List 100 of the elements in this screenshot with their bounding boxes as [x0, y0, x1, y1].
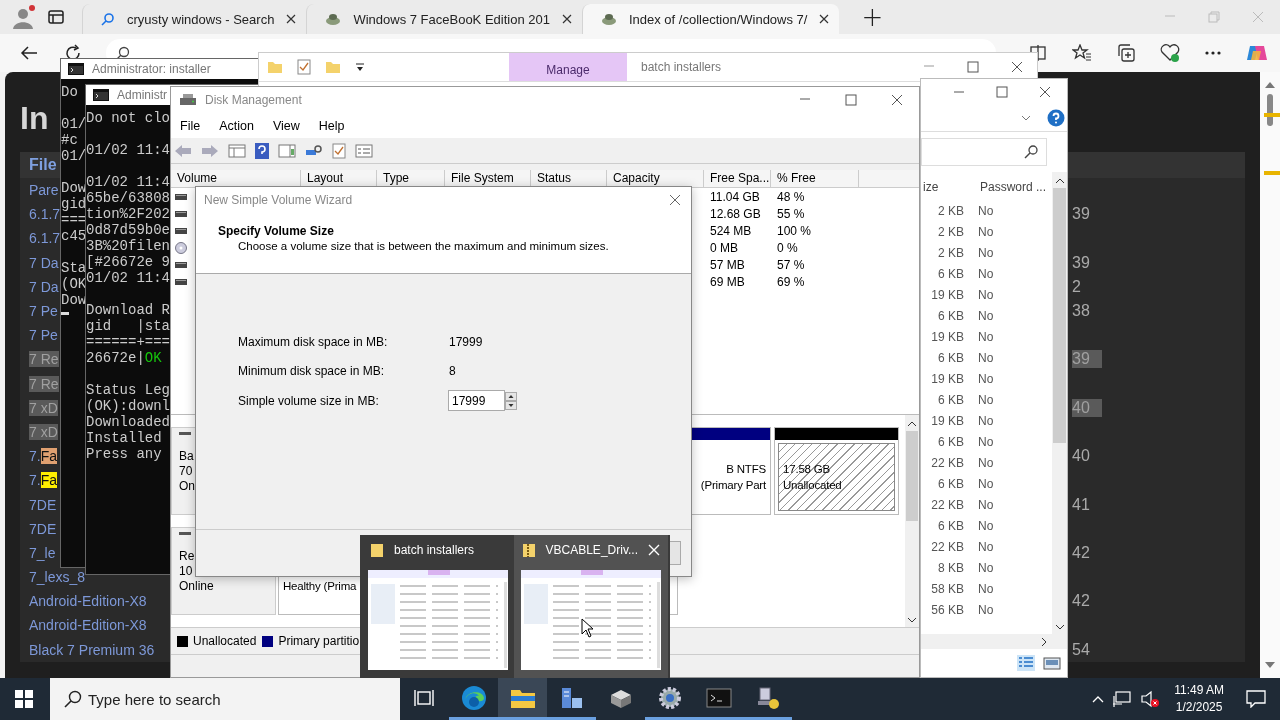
table-cell: No	[978, 518, 994, 533]
table-cell: No	[978, 287, 994, 302]
table-cell: No	[978, 560, 994, 575]
console-line: Downloaded	[86, 414, 170, 430]
console-line: Press any	[86, 446, 162, 462]
console-line: Installed	[86, 430, 162, 446]
console-line: tion%2F202	[86, 206, 170, 222]
status-text: OK	[144, 350, 162, 366]
table-cell-text: 11.04 GB	[709, 189, 761, 204]
legend-label: Primary partitio	[278, 634, 360, 648]
console-line: (OK	[61, 276, 87, 292]
partition-info: Unallocated	[783, 478, 843, 493]
table-cell: No	[978, 602, 994, 617]
partition-info: Healthy (Prima	[283, 579, 358, 594]
table-cell-text: 6 KB	[937, 266, 964, 281]
disk-info: On	[179, 479, 196, 494]
file-date: 39	[1072, 253, 1091, 272]
table-cell: No	[978, 203, 994, 218]
table-cell: No	[978, 266, 994, 281]
field-label: Maximum disk space in MB:	[238, 334, 389, 349]
table-cell: No	[978, 455, 994, 470]
table-cell-text: 48 %	[776, 189, 806, 204]
field-value: 8	[449, 364, 456, 379]
table-cell-text: 0 MB	[709, 240, 739, 255]
file-date: 41	[1072, 495, 1091, 514]
table-cell-text: 69 %	[776, 274, 806, 289]
table-cell-text: 6 KB	[937, 518, 964, 533]
table-cell-text: 57 MB	[709, 257, 746, 272]
file-date: 38	[1072, 302, 1091, 321]
table-cell: No	[978, 224, 994, 239]
file-date: 39	[1072, 350, 1102, 369]
table-cell: No	[978, 539, 994, 554]
console-line: gid	[61, 196, 87, 212]
table-cell: No	[978, 329, 994, 344]
file-date: 40	[1072, 447, 1091, 466]
window-title: New Simple Volume Wizard	[204, 193, 353, 207]
console-line: ======+===	[86, 334, 170, 350]
disk-info: Ba	[179, 449, 195, 464]
field-value: 17999	[449, 334, 483, 349]
field-label: Minimum disk space in MB:	[238, 364, 386, 379]
table-cell-text: 6 KB	[937, 350, 964, 365]
table-cell: No	[978, 476, 994, 491]
file-date: 2	[1072, 277, 1082, 296]
file-date: 42	[1072, 543, 1091, 562]
table-cell: No	[978, 434, 994, 449]
console-line: Download R	[86, 302, 170, 318]
table-cell-text: 55 %	[776, 206, 806, 221]
table-cell-text: 6 KB	[937, 434, 964, 449]
table-cell-text: 19 KB	[930, 371, 964, 386]
table-cell: No	[978, 245, 994, 260]
console-line: Do not clo	[86, 110, 170, 126]
column-header: File	[29, 156, 57, 174]
table-cell: No	[978, 581, 994, 596]
table-cell-text: 58 KB	[930, 581, 964, 596]
field-label: Simple volume size in MB:	[238, 393, 380, 408]
table-cell-text: 2 KB	[937, 224, 964, 239]
console-line: 01/02 11:4	[86, 270, 170, 286]
window-title: VBCABLE_Driv...	[545, 543, 638, 557]
disk-info: Online	[179, 579, 215, 594]
table-cell: No	[978, 413, 994, 428]
table-cell-text: 19 KB	[930, 413, 964, 428]
page-heading: In	[20, 100, 49, 138]
console-line: (OK):downl	[86, 398, 170, 414]
console-line: Dow	[61, 180, 87, 196]
file-date: 42	[1072, 592, 1091, 611]
disk-info: 10	[179, 564, 194, 579]
console-line: 65be/63808	[86, 190, 170, 206]
console-line: 26672e|	[86, 350, 145, 366]
table-cell-text: 2 KB	[937, 203, 964, 218]
console-line: gid |sta	[86, 318, 170, 334]
table-cell-text: 22 KB	[930, 455, 964, 470]
table-cell-text: 12.68 GB	[709, 206, 762, 221]
window-title: batch installers	[641, 60, 722, 74]
file-date: 39	[1072, 205, 1091, 224]
console-line: 01/02 11:4	[86, 174, 170, 190]
console-line: Dow	[61, 292, 87, 308]
table-cell-text: 100 %	[776, 223, 813, 238]
console-line: 0d87d59b0e	[86, 222, 170, 238]
console-line: Status Leg	[86, 382, 170, 398]
legend-label: Unallocated	[193, 634, 257, 648]
window-title: Administrator: installer	[92, 62, 211, 76]
table-cell-text: 6 KB	[937, 392, 964, 407]
window-title: batch installers	[394, 543, 475, 557]
table-cell: No	[978, 392, 994, 407]
table-cell-text: 2 KB	[937, 245, 964, 260]
console-line: Do	[61, 84, 78, 100]
disk-info: Re	[179, 549, 196, 564]
partition-info: B NTFS	[726, 462, 766, 477]
table-cell-text: 22 KB	[930, 497, 964, 512]
console-line: 3B%20filen	[86, 238, 170, 254]
partition-info: (Primary Part	[700, 478, 766, 493]
table-cell-text: 56 KB	[930, 602, 964, 617]
console-line: ===	[61, 212, 87, 228]
table-cell-text: 22 KB	[930, 539, 964, 554]
table-cell: No	[978, 371, 994, 386]
console-line: c45	[61, 228, 87, 244]
partition-info: 17.58 GB	[783, 462, 831, 477]
file-date: 40	[1072, 398, 1102, 417]
console-line: 01/	[61, 116, 87, 132]
table-cell-text: 6 KB	[937, 308, 964, 323]
